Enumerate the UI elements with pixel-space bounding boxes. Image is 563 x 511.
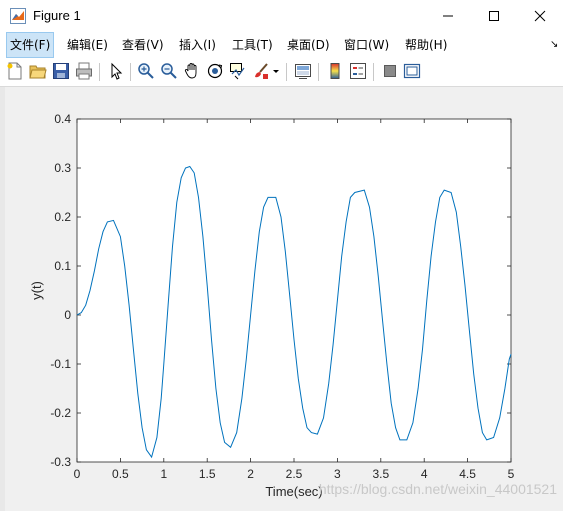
x-tick-label: 4.5 [459, 467, 476, 481]
new-figure-icon[interactable] [6, 62, 24, 80]
y-tick-label: 0.3 [54, 161, 71, 175]
x-tick-label: 0 [74, 467, 81, 481]
dock-arrow-icon[interactable]: ↘ [550, 39, 558, 50]
open-file-icon[interactable] [29, 62, 47, 80]
data-cursor-icon[interactable] [229, 62, 247, 80]
menu-tools[interactable]: 工具(T) [229, 32, 276, 58]
toolbar-separator [286, 63, 287, 81]
window-title: Figure 1 [33, 8, 81, 23]
x-tick-label: 1.5 [199, 467, 216, 481]
brush-icon[interactable] [252, 62, 270, 80]
maximize-button[interactable] [471, 0, 517, 32]
minimize-icon [443, 15, 453, 17]
y-axis-label: y(t) [29, 281, 44, 300]
y-tick-label: 0 [64, 308, 71, 322]
x-tick-label: 0.5 [112, 467, 129, 481]
y-tick-label: 0.2 [54, 210, 71, 224]
menu-bar: 文件(F) 编辑(E) 查看(V) 插入(I) 工具(T) 桌面(D) 窗口(W… [0, 32, 563, 58]
title-bar: Figure 1 [0, 0, 563, 32]
watermark-text: https://blog.csdn.net/weixin_44001521 [319, 481, 557, 497]
x-tick-label: 3.5 [372, 467, 389, 481]
y-tick-label: 0.4 [54, 112, 71, 126]
rotate-3d-icon[interactable] [206, 62, 224, 80]
print-icon[interactable] [75, 62, 93, 80]
x-tick-label: 4 [421, 467, 428, 481]
pan-icon[interactable] [183, 62, 201, 80]
y-tick-label: 0.1 [54, 259, 71, 273]
toolbar-separator [373, 63, 374, 81]
x-axis-label: Time(sec) [265, 484, 322, 499]
menu-help[interactable]: 帮助(H) [402, 32, 450, 58]
y-tick-label: -0.3 [50, 455, 71, 469]
brush-dropdown-icon[interactable] [272, 62, 280, 80]
save-icon[interactable] [52, 62, 70, 80]
menu-desktop[interactable]: 桌面(D) [284, 32, 333, 58]
close-button[interactable] [517, 0, 563, 32]
matlab-icon [10, 8, 26, 24]
y-tick-label: -0.2 [50, 406, 71, 420]
toolbar-separator [130, 63, 131, 81]
x-tick-label: 2 [247, 467, 254, 481]
x-tick-label: 3 [334, 467, 341, 481]
x-tick-label: 2.5 [286, 467, 303, 481]
axes-background [77, 119, 511, 462]
show-plot-tools-icon[interactable] [403, 62, 421, 80]
x-tick-label: 1 [160, 467, 167, 481]
menu-file[interactable]: 文件(F) [6, 32, 55, 58]
pointer-icon[interactable] [107, 62, 125, 80]
figure-toolbar [0, 58, 563, 87]
hide-plot-tools-icon[interactable] [381, 62, 399, 80]
x-tick-label: 5 [508, 467, 515, 481]
close-icon [534, 10, 546, 22]
toolbar-separator [318, 63, 319, 81]
plot-svg: 0 0.5 1 1.5 2 2.5 3 3.5 4 4.5 5 -0.3 -0.2 -0.1 0 0.1 0.2… [29, 112, 557, 499]
menu-edit[interactable]: 编辑(E) [64, 32, 111, 58]
menu-view[interactable]: 查看(V) [119, 32, 167, 58]
toolbar-separator [99, 63, 100, 81]
menu-window[interactable]: 窗口(W) [341, 32, 392, 58]
maximize-icon [489, 11, 499, 21]
zoom-in-icon[interactable] [137, 62, 155, 80]
y-tick-label: -0.1 [50, 357, 71, 371]
figure-canvas: 0 0.5 1 1.5 2 2.5 3 3.5 4 4.5 5 -0.3 -0.2 -0.1 0 0.1 0.2… [5, 87, 563, 511]
legend-icon[interactable] [349, 62, 367, 80]
colorbar-icon[interactable] [326, 62, 344, 80]
minimize-button[interactable] [425, 0, 471, 32]
zoom-out-icon[interactable] [160, 62, 178, 80]
menu-insert[interactable]: 插入(I) [176, 32, 219, 58]
link-plot-icon[interactable] [294, 62, 312, 80]
